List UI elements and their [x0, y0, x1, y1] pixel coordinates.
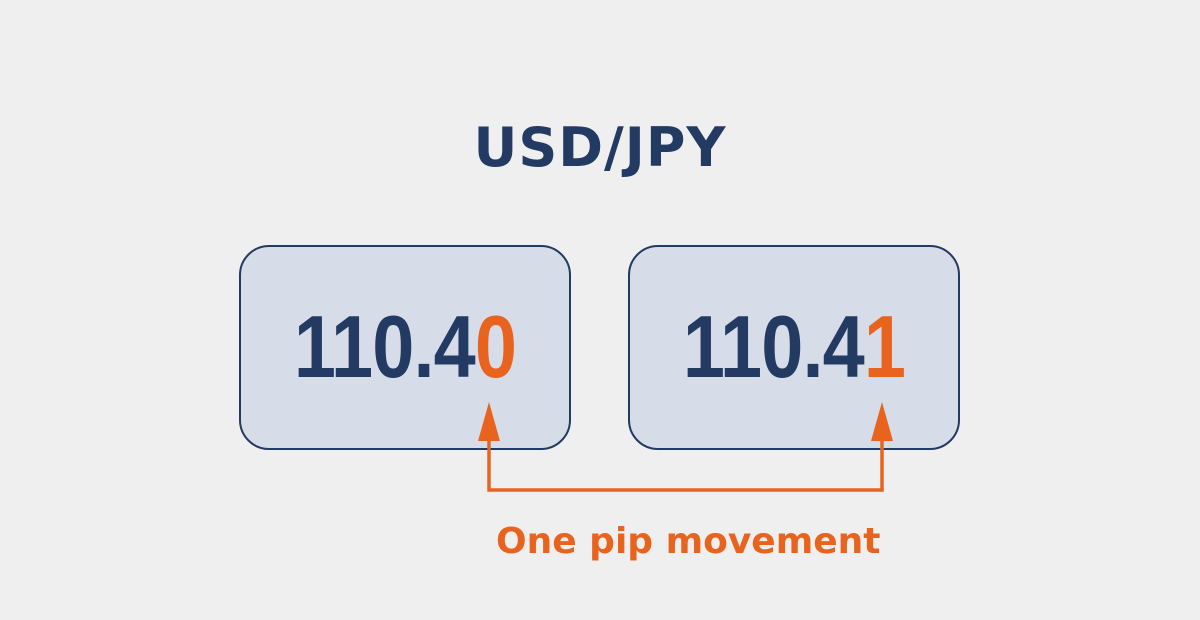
arrow-up-icon: [871, 402, 893, 441]
arrow-up-icon: [478, 402, 500, 441]
connector-line: [487, 440, 884, 492]
pip-movement-caption: One pip movement: [496, 521, 881, 562]
